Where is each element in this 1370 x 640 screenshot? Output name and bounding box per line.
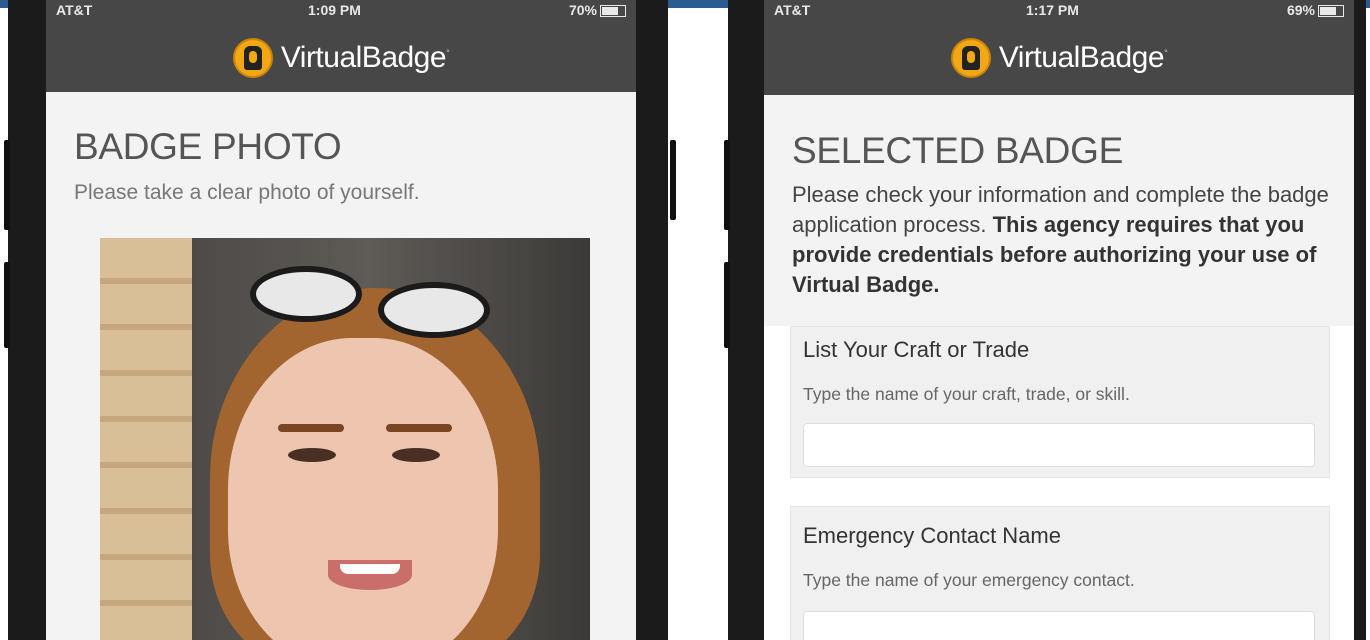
page-title: SELECTED BADGE: [792, 130, 1123, 171]
battery-icon: [600, 5, 626, 18]
app-header: AT&T 1:17 PM 69% VirtualBadge°: [764, 0, 1354, 95]
brand-name: VirtualBadge°: [998, 41, 1168, 74]
volume-down-button: [724, 262, 730, 348]
trademark-icon: °: [446, 48, 450, 58]
photo-smile: [328, 560, 412, 590]
status-bar: AT&T 1:09 PM 70%: [46, 0, 636, 18]
craft-trade-input[interactable]: [803, 423, 1315, 467]
emergency-contact-field: Emergency Contact Name Type the name of …: [790, 506, 1330, 640]
badge-photo[interactable]: [100, 238, 590, 640]
right-screen: AT&T 1:17 PM 69% VirtualBadge° SELECTED …: [764, 0, 1354, 640]
status-battery: 69%: [1287, 2, 1344, 18]
status-battery: 70%: [569, 2, 626, 18]
status-carrier: AT&T: [774, 2, 811, 18]
sunglasses-icon: [250, 266, 510, 338]
photo-face: [228, 338, 498, 640]
status-bar: AT&T 1:17 PM 69%: [764, 0, 1354, 18]
badge-logo-icon: [232, 38, 273, 78]
left-screen: AT&T 1:09 PM 70% VirtualBadge° BADGE PHO…: [46, 0, 636, 640]
brand-logo: VirtualBadge°: [46, 36, 636, 80]
emergency-contact-input[interactable]: [803, 611, 1315, 640]
status-carrier: AT&T: [56, 2, 93, 18]
field-help: Type the name of your craft, trade, or s…: [803, 384, 1130, 404]
trademark-icon: °: [1164, 48, 1168, 58]
photo-background: [100, 238, 192, 640]
page-subtitle: Please take a clear photo of yourself.: [74, 181, 420, 204]
app-header: AT&T 1:09 PM 70% VirtualBadge°: [46, 0, 636, 92]
page-title: BADGE PHOTO: [74, 126, 342, 167]
battery-percent: 69%: [1286, 2, 1315, 18]
volume-up-button: [4, 140, 10, 230]
battery-percent: 70%: [568, 2, 597, 18]
badge-logo-icon: [950, 38, 991, 78]
craft-trade-field: List Your Craft or Trade Type the name o…: [790, 326, 1330, 478]
brand-name: VirtualBadge°: [280, 41, 450, 74]
battery-icon: [1318, 5, 1344, 18]
right-phone: AT&T 1:17 PM 69% VirtualBadge° SELECTED …: [724, 0, 1366, 640]
volume-up-button: [724, 140, 730, 230]
brand-logo: VirtualBadge°: [764, 36, 1354, 80]
field-label: List Your Craft or Trade: [803, 337, 1030, 362]
badge-description: Please check your information and comple…: [792, 180, 1332, 300]
volume-down-button: [4, 262, 10, 348]
power-button: [670, 140, 676, 220]
status-time: 1:17 PM: [1026, 2, 1079, 18]
left-phone: AT&T 1:09 PM 70% VirtualBadge° BADGE PHO…: [4, 0, 676, 640]
field-help: Type the name of your emergency contact.: [803, 570, 1135, 590]
field-label: Emergency Contact Name: [803, 523, 1061, 548]
status-time: 1:09 PM: [308, 2, 361, 18]
